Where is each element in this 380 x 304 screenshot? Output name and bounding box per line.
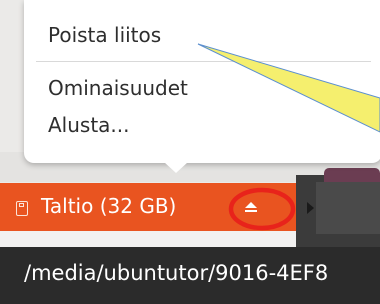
annotation-overlay [197,43,380,231]
yellow-callout-arrow [197,43,380,133]
red-highlight-circle [228,187,296,231]
